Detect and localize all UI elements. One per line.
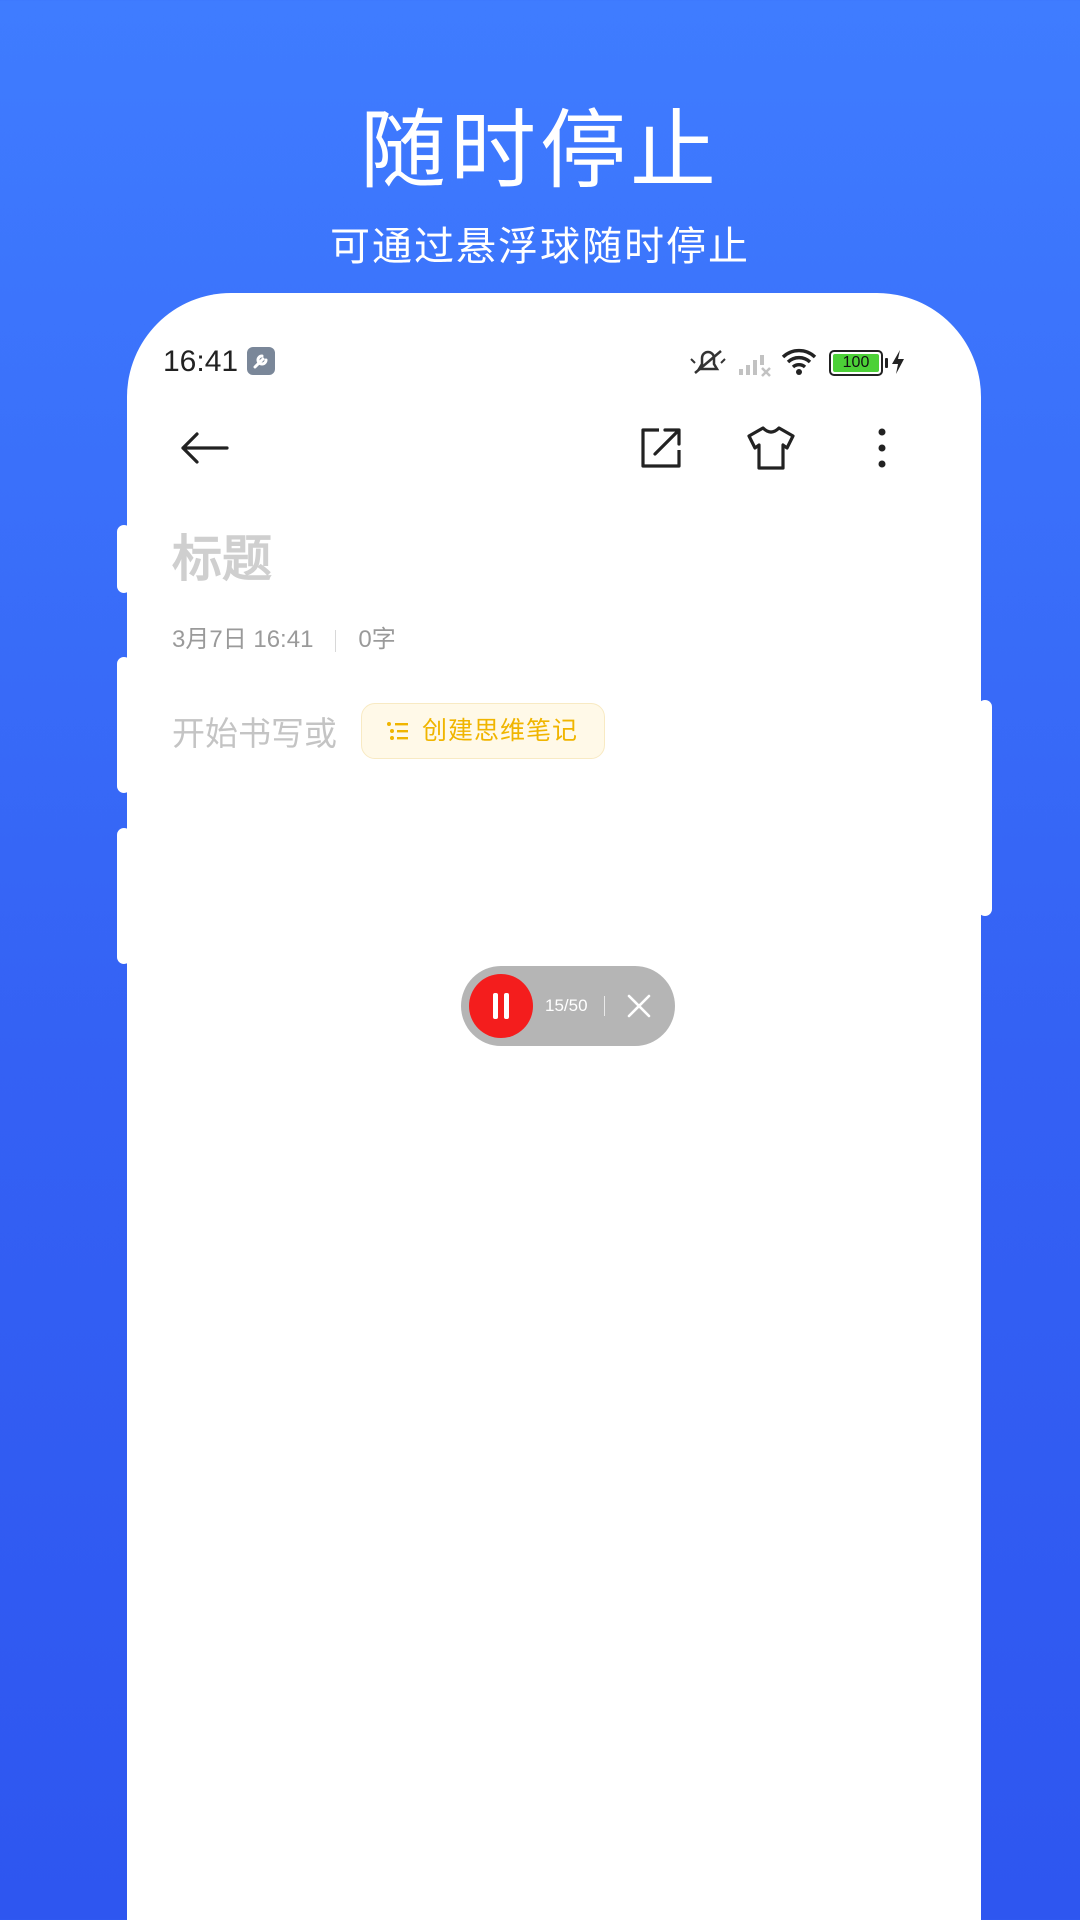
hero-title: 随时停止 bbox=[360, 101, 720, 201]
note-meta: 3月7日 16:41 0字 bbox=[172, 619, 396, 654]
hero-subtitle: 可通过悬浮球随时停止 bbox=[330, 224, 750, 270]
signal-off-icon bbox=[739, 355, 771, 377]
theme-shirt-icon[interactable] bbox=[743, 420, 799, 476]
float-divider bbox=[604, 996, 605, 1016]
pause-button[interactable] bbox=[469, 974, 533, 1038]
floating-record-ball[interactable]: 15/50 bbox=[461, 966, 675, 1046]
mute-icon bbox=[690, 350, 726, 374]
status-time: 16:41 bbox=[163, 345, 239, 378]
note-title-input[interactable]: 标题 bbox=[172, 519, 272, 591]
note-body-input[interactable]: 开始书写或 bbox=[172, 707, 337, 755]
back-arrow-icon[interactable] bbox=[177, 420, 233, 476]
status-icons: 100 bbox=[689, 345, 919, 379]
close-icon[interactable] bbox=[619, 986, 659, 1026]
battery-icon: 100 bbox=[829, 350, 888, 376]
wifi-icon bbox=[781, 348, 817, 375]
phone-screen: 16:41 100 标题 3月7日 16:41 0字 开始书写或 创建思维笔记 … bbox=[127, 293, 981, 1920]
more-vertical-icon[interactable] bbox=[854, 420, 910, 476]
battery-level: 100 bbox=[842, 354, 870, 371]
create-mind-note-label: 创建思维笔记 bbox=[422, 716, 579, 745]
share-icon[interactable] bbox=[633, 420, 689, 476]
charging-icon bbox=[892, 350, 904, 374]
list-icon bbox=[387, 722, 408, 740]
wrench-icon bbox=[247, 347, 275, 375]
note-word-count: 0字 bbox=[358, 626, 396, 653]
meta-divider bbox=[335, 629, 337, 652]
note-date: 3月7日 16:41 bbox=[172, 626, 314, 653]
create-mind-note-button[interactable]: 创建思维笔记 bbox=[361, 703, 606, 759]
float-progress-text: 15/50 bbox=[545, 996, 588, 1015]
